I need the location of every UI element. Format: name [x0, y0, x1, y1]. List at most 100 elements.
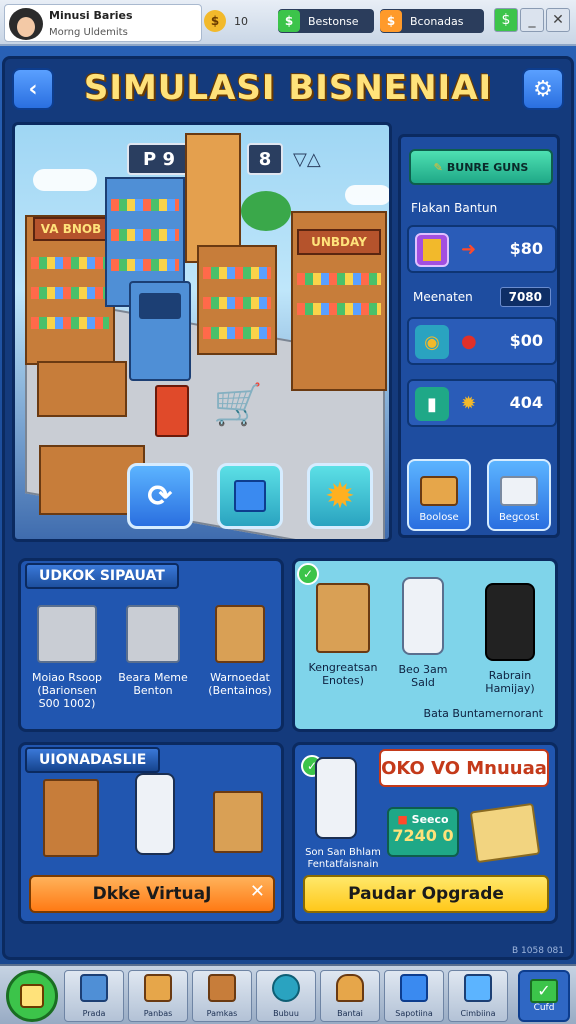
- close-button[interactable]: ✕: [546, 8, 570, 32]
- side-row-value: 404: [509, 393, 543, 412]
- nav-item-panbas[interactable]: Panbas: [128, 970, 188, 1022]
- side-panel-section-label: Flakan Bantun: [411, 201, 498, 215]
- top-status-bar: Minusi Baries Morng Uldemits $ 10 $ Best…: [0, 0, 576, 46]
- cash-stack-icon: [469, 802, 541, 864]
- device-item[interactable]: Beo 3am Sald: [389, 577, 457, 689]
- side-row-gold[interactable]: ➜ $80: [407, 225, 557, 273]
- check-icon: ✓: [297, 563, 319, 585]
- bag-icon: [336, 974, 364, 1002]
- gold-bar-icon: [415, 233, 449, 267]
- resource-2-counter[interactable]: $ Bconadas: [380, 9, 484, 33]
- atm-machine[interactable]: [129, 281, 191, 381]
- box-icon: [80, 974, 108, 1002]
- resource-1-counter[interactable]: $ Bestonse: [278, 9, 374, 33]
- glass-door-frame: [185, 133, 241, 263]
- device-item[interactable]: Rabrain Hamijay): [467, 583, 553, 695]
- upgrade-section: ✓ OKO VO Mnuuaa Son San Bhlam Fentatfais…: [292, 742, 558, 924]
- version-label: B 1058 081: [512, 946, 564, 956]
- player-subtitle: Morng Uldemits: [49, 27, 128, 38]
- stock-item[interactable]: Moiao Rsoop (Barionsen S00 1002): [27, 605, 107, 710]
- arrow-icon: ➜: [461, 239, 477, 260]
- minimize-button[interactable]: _: [520, 8, 544, 32]
- device-item[interactable]: Kengreatsan Enotes): [303, 583, 383, 687]
- window-controls: $ _ ✕: [494, 8, 570, 32]
- devices-caption: Bata Buntamernorant: [423, 707, 543, 720]
- box-icon: [234, 480, 266, 512]
- home-nav-button[interactable]: [6, 970, 58, 1022]
- finance-action-button[interactable]: ⟳: [127, 463, 193, 529]
- phone-icon: [402, 577, 444, 655]
- side-panel-header[interactable]: ✎ BUNRE GUNS: [409, 149, 553, 185]
- shelf-icon: [208, 974, 236, 1002]
- player-profile[interactable]: Minusi Baries Morng Uldemits: [4, 4, 202, 42]
- nav-item-sapotiina[interactable]: Sapotiina: [384, 970, 444, 1022]
- nav-item-cimbiina[interactable]: Cimbiina: [448, 970, 508, 1022]
- bottle-icon: ▮: [415, 387, 449, 421]
- page-title: SIMULASI BISNENIAI: [83, 68, 493, 108]
- add-currency-button[interactable]: $: [494, 8, 518, 32]
- money-bag-icon: ◉: [415, 325, 449, 359]
- gear-icon: ✹: [461, 393, 477, 414]
- gold-counter: $ 10: [204, 9, 260, 33]
- tablet-icon: [485, 583, 535, 661]
- stock-item[interactable]: Warnoedat (Bentainos): [199, 605, 281, 697]
- green-gem-icon: $: [278, 10, 300, 32]
- side-row-value: $00: [509, 331, 543, 350]
- sun-gear-icon: ✹: [324, 475, 356, 517]
- headset-box-icon: [213, 791, 263, 853]
- package-icon: [316, 583, 370, 653]
- tag-icon: ■: [397, 813, 408, 826]
- store-scene[interactable]: P 9 8 ▽△ VA BNOB UNBDAY 🛒 ⟳ ✹: [12, 122, 392, 542]
- gear-icon: ⚙: [533, 76, 553, 102]
- gold-coin-icon: $: [204, 10, 226, 32]
- cart-icon: [126, 605, 180, 663]
- nav-item-prada[interactable]: Prada: [64, 970, 124, 1022]
- stock-action-button[interactable]: [217, 463, 283, 529]
- stock-section: UDKOK SIPAUAT Moiao Rsoop (Barionsen S00…: [18, 558, 284, 732]
- coin-icon: [272, 974, 300, 1002]
- virtual-store-button[interactable]: Dkke VirtuaJ ✕: [29, 875, 275, 913]
- virtual-section: UIONADASLIE Dkke VirtuaJ ✕: [18, 742, 284, 924]
- stock-item[interactable]: Beara Meme Benton: [113, 605, 193, 697]
- apple-icon: ●: [461, 331, 477, 352]
- begcost-tile[interactable]: Begcost: [487, 459, 551, 531]
- side-meta: Meenaten 7080: [407, 283, 557, 311]
- price-box[interactable]: ■ Seeco 7240 0: [387, 807, 459, 857]
- cloud: [345, 185, 389, 205]
- side-meta-value: 7080: [499, 287, 551, 307]
- cash-stack-icon: [500, 476, 538, 506]
- wrench-icon: ✎: [433, 160, 443, 174]
- upgrade-button[interactable]: Paudar Opgrade: [303, 875, 549, 913]
- cloud: [33, 169, 97, 191]
- nav-item-pamkas[interactable]: Pamkas: [192, 970, 252, 1022]
- settings-button[interactable]: ⚙: [522, 68, 564, 110]
- gift-icon: [464, 974, 492, 1002]
- package-icon: [400, 974, 428, 1002]
- back-button[interactable]: ‹: [12, 68, 54, 110]
- stock-section-title: UDKOK SIPAUAT: [25, 563, 179, 589]
- side-row-money[interactable]: ◉ ● $00: [407, 317, 557, 365]
- shopping-cart[interactable]: 🛒: [213, 381, 263, 428]
- back-arrow-icon: ‹: [28, 76, 38, 102]
- nav-item-bubuu[interactable]: Bubuu: [256, 970, 316, 1022]
- coin-swap-icon: ⟳: [147, 478, 173, 514]
- player-name: Minusi Baries: [49, 9, 133, 22]
- confirm-nav-button[interactable]: ✓ Cufd: [518, 970, 570, 1022]
- close-icon[interactable]: ✕: [250, 881, 265, 902]
- check-icon: ✓: [530, 979, 558, 1003]
- crate-icon: [144, 974, 172, 1002]
- header: ‹ SIMULASI BISNENIAI ⚙: [0, 62, 576, 118]
- shelf-icon: [43, 779, 99, 857]
- scene-counter-right: 8: [247, 143, 283, 175]
- right-store-sign: UNBDAY: [297, 229, 381, 255]
- boolose-tile[interactable]: Boolose: [407, 459, 471, 531]
- left-store-sign: VA BNOB: [33, 217, 109, 241]
- side-row-gear[interactable]: ▮ ✹ 404: [407, 379, 557, 427]
- upgrade-action-button[interactable]: ✹: [307, 463, 373, 529]
- cardboard-box-icon: [215, 605, 265, 663]
- phone-icon: [315, 757, 357, 839]
- middle-shelf: [197, 245, 277, 355]
- nav-item-bantai[interactable]: Bantai: [320, 970, 380, 1022]
- scene-counter-left: P 9: [127, 143, 191, 175]
- phone-icon: [135, 773, 175, 855]
